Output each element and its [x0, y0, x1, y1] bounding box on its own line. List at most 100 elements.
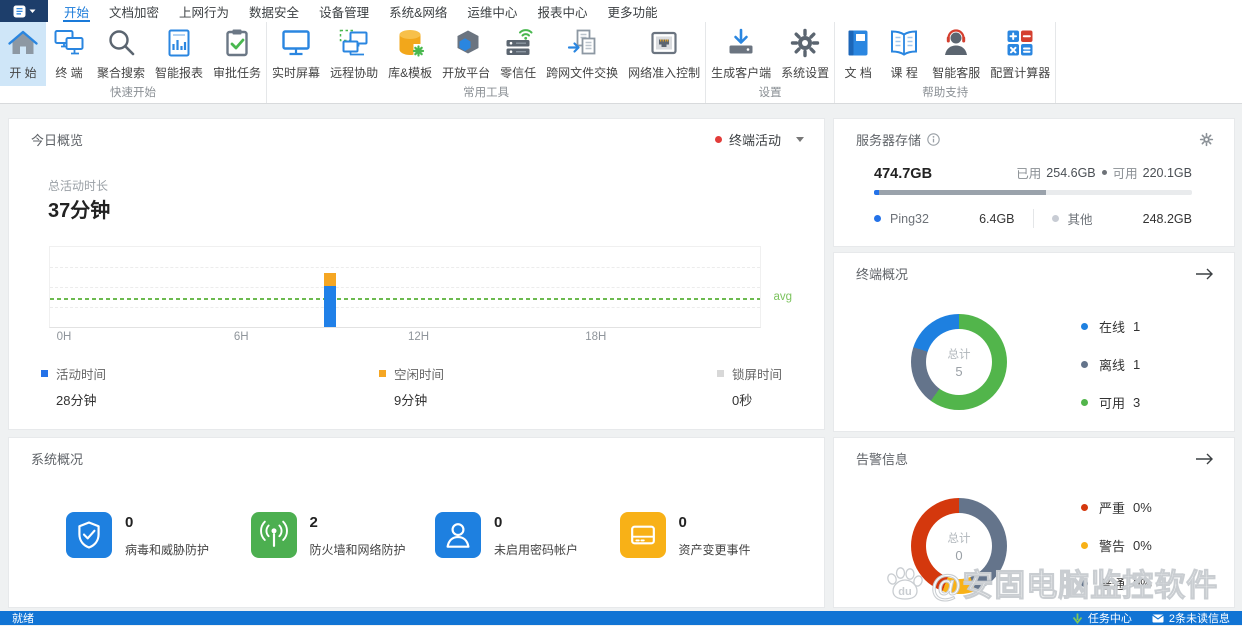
ribbon-item-label: 文 档 — [844, 66, 872, 80]
legend-dot — [874, 215, 881, 222]
ribbon-item-label: 跨网文件交换 — [546, 66, 619, 80]
ribbon-item-exchange[interactable]: 跨网文件交换 — [541, 22, 623, 86]
total-activity-label: 总活动时长 — [48, 179, 109, 193]
legend-value: 0% — [1133, 576, 1152, 591]
legend-item-1: 警告 0% — [1081, 536, 1152, 555]
menu-tab-1[interactable]: 文档加密 — [99, 0, 169, 22]
ribbon-item-approval[interactable]: 审批任务 — [208, 22, 266, 86]
ribbon-item-doc[interactable]: 文 档 — [835, 22, 881, 86]
activity-legend: 活动时间 28分钟 空闲时间 9分钟 锁屏时间 0秒 — [41, 364, 782, 409]
task-center-label: 任务中心 — [1087, 613, 1132, 625]
storage-item-value: 6.4GB — [979, 211, 1015, 226]
ribbon-item-calc[interactable]: 配置计算器 — [985, 22, 1055, 86]
ribbon-item-clientgen[interactable]: 生成客户端 — [706, 22, 776, 86]
menu-tab-4[interactable]: 设备管理 — [309, 0, 379, 22]
status-bar: 就绪 任务中心 2条未读信息 — [0, 611, 1242, 625]
unread-messages-button[interactable]: 2条未读信息 — [1152, 610, 1230, 626]
alerts-title: 告警信息 — [856, 452, 909, 467]
used-value: 254.6GB — [1046, 165, 1096, 180]
shield-icon — [66, 512, 112, 558]
ribbon-item-label: 远程协助 — [330, 66, 379, 80]
ribbon-item-service[interactable]: 智能客服 — [927, 22, 985, 86]
x-tick-label: 6H — [233, 331, 249, 343]
terminal-activity-dropdown[interactable]: 终端活动 — [714, 130, 804, 149]
stat-value: 0 — [494, 514, 503, 531]
terminal-donut-chart[interactable]: 总计 5 — [911, 314, 1007, 410]
legend-dot — [1051, 215, 1059, 222]
asset-icon — [619, 512, 666, 558]
donut-center-value: 5 — [955, 363, 963, 379]
ribbon-item-label: 库&模板 — [388, 66, 433, 80]
ribbon-toolbar: 开 始 终 端聚合搜索 智能报表 审批任务快速开始 实时屏幕 远程协助 库&模板 开放平台 零信… — [0, 22, 1242, 104]
menu-tab-5[interactable]: 系统&网络 — [379, 0, 457, 22]
port-icon — [648, 27, 680, 62]
chevron-down-icon — [796, 137, 804, 142]
stat-label: 病毒和威胁防护 — [125, 543, 210, 557]
gridline — [50, 267, 760, 268]
donut-center-label: 总计 — [947, 348, 971, 361]
alerts-card: 告警信息 总计 0 严重 0% 警告 0% 普通 0% — [833, 437, 1235, 608]
ribbon-group-caption: 快速开始 — [110, 87, 157, 99]
legend-label: 警告 — [1099, 539, 1126, 554]
report-icon — [163, 27, 195, 62]
system-stat-user[interactable]: 0 未启用密码帐户 — [435, 512, 620, 558]
ribbon-item-cube[interactable]: 开放平台 — [437, 22, 495, 86]
ribbon-item-home[interactable]: 开 始 — [0, 22, 46, 86]
ribbon-item-screen[interactable]: 实时屏幕 — [267, 22, 325, 86]
terminal-overview-card: 终端概况 总计 5 在线 1 离线 1 可用 3 — [833, 252, 1235, 432]
ribbon-item-course[interactable]: 课 程 — [881, 22, 927, 86]
menu-tab-2[interactable]: 上网行为 — [169, 0, 239, 22]
donut-center-value: 0 — [955, 547, 963, 563]
terminal-overview-title: 终端概况 — [856, 267, 909, 282]
ribbon-item-search[interactable]: 聚合搜索 — [92, 22, 150, 86]
storage-settings-button[interactable] — [1199, 132, 1214, 147]
menu-tab-6[interactable]: 运维中心 — [457, 0, 527, 22]
ribbon-item-label: 网络准入控制 — [628, 66, 701, 80]
ribbon-item-gear[interactable]: 系统设置 — [776, 22, 834, 86]
ribbon-item-terminal[interactable]: 终 端 — [46, 22, 92, 86]
total-activity-value: 37分钟 — [48, 200, 111, 222]
series-marker-dot — [714, 136, 722, 143]
storage-progress-bar — [874, 190, 1192, 195]
system-stats: 0 病毒和威胁防护 2 防火墙和网络防护 0 未启用密码帐户 0 资产变更事件 — [66, 512, 804, 558]
ribbon-item-port[interactable]: 网络准入控制 — [623, 22, 705, 86]
free-value: 220.1GB — [1142, 165, 1192, 180]
activity-stacked-bar[interactable] — [324, 273, 337, 327]
info-icon[interactable] — [927, 133, 940, 146]
terminal-overview-link[interactable] — [1195, 268, 1214, 280]
app-menu-button[interactable] — [0, 0, 48, 22]
donut-center-label: 总计 — [947, 532, 971, 545]
storage-bar-segment — [878, 190, 1046, 195]
legend-item-0: 在线 1 — [1081, 317, 1140, 336]
system-stat-shield[interactable]: 0 病毒和威胁防护 — [66, 512, 251, 558]
system-stat-asset[interactable]: 0 资产变更事件 — [619, 512, 805, 558]
legend-item-2: 可用 3 — [1081, 393, 1140, 412]
antenna-icon — [250, 512, 297, 558]
legend-marker — [378, 370, 386, 377]
alerts-link[interactable] — [1195, 453, 1214, 465]
task-center-button[interactable]: 任务中心 — [1072, 610, 1132, 626]
free-label: 可用 — [1112, 167, 1138, 181]
system-stat-antenna[interactable]: 2 防火墙和网络防护 — [250, 512, 436, 558]
search-icon — [105, 27, 137, 62]
server-storage-title: 服务器存储 — [856, 133, 922, 148]
ribbon-item-database[interactable]: 库&模板 — [383, 22, 437, 86]
ribbon-item-zerotrust[interactable]: 零信任 — [495, 22, 541, 86]
today-overview-title: 今日概览 — [31, 133, 84, 148]
ribbon-item-remote[interactable]: 远程协助 — [325, 22, 383, 86]
menu-tab-7[interactable]: 报表中心 — [527, 0, 597, 22]
menu-tab-3[interactable]: 数据安全 — [239, 0, 309, 22]
menu-tab-0[interactable]: 开始 — [54, 0, 99, 22]
terminal-legend: 在线 1 离线 1 可用 3 — [1081, 317, 1140, 412]
average-line-label: avg — [773, 291, 792, 304]
zerotrust-icon — [502, 27, 534, 62]
alerts-donut-chart[interactable]: 总计 0 — [911, 498, 1007, 594]
service-icon — [940, 27, 972, 62]
ribbon-item-report[interactable]: 智能报表 — [150, 22, 208, 86]
legend-label: 空闲时间 — [393, 368, 444, 382]
legend-label: 在线 — [1099, 320, 1126, 335]
legend-dot — [1081, 361, 1088, 368]
terminal-activity-label: 终端活动 — [728, 133, 781, 148]
cube-icon — [450, 27, 482, 62]
menu-tab-8[interactable]: 更多功能 — [597, 0, 667, 22]
